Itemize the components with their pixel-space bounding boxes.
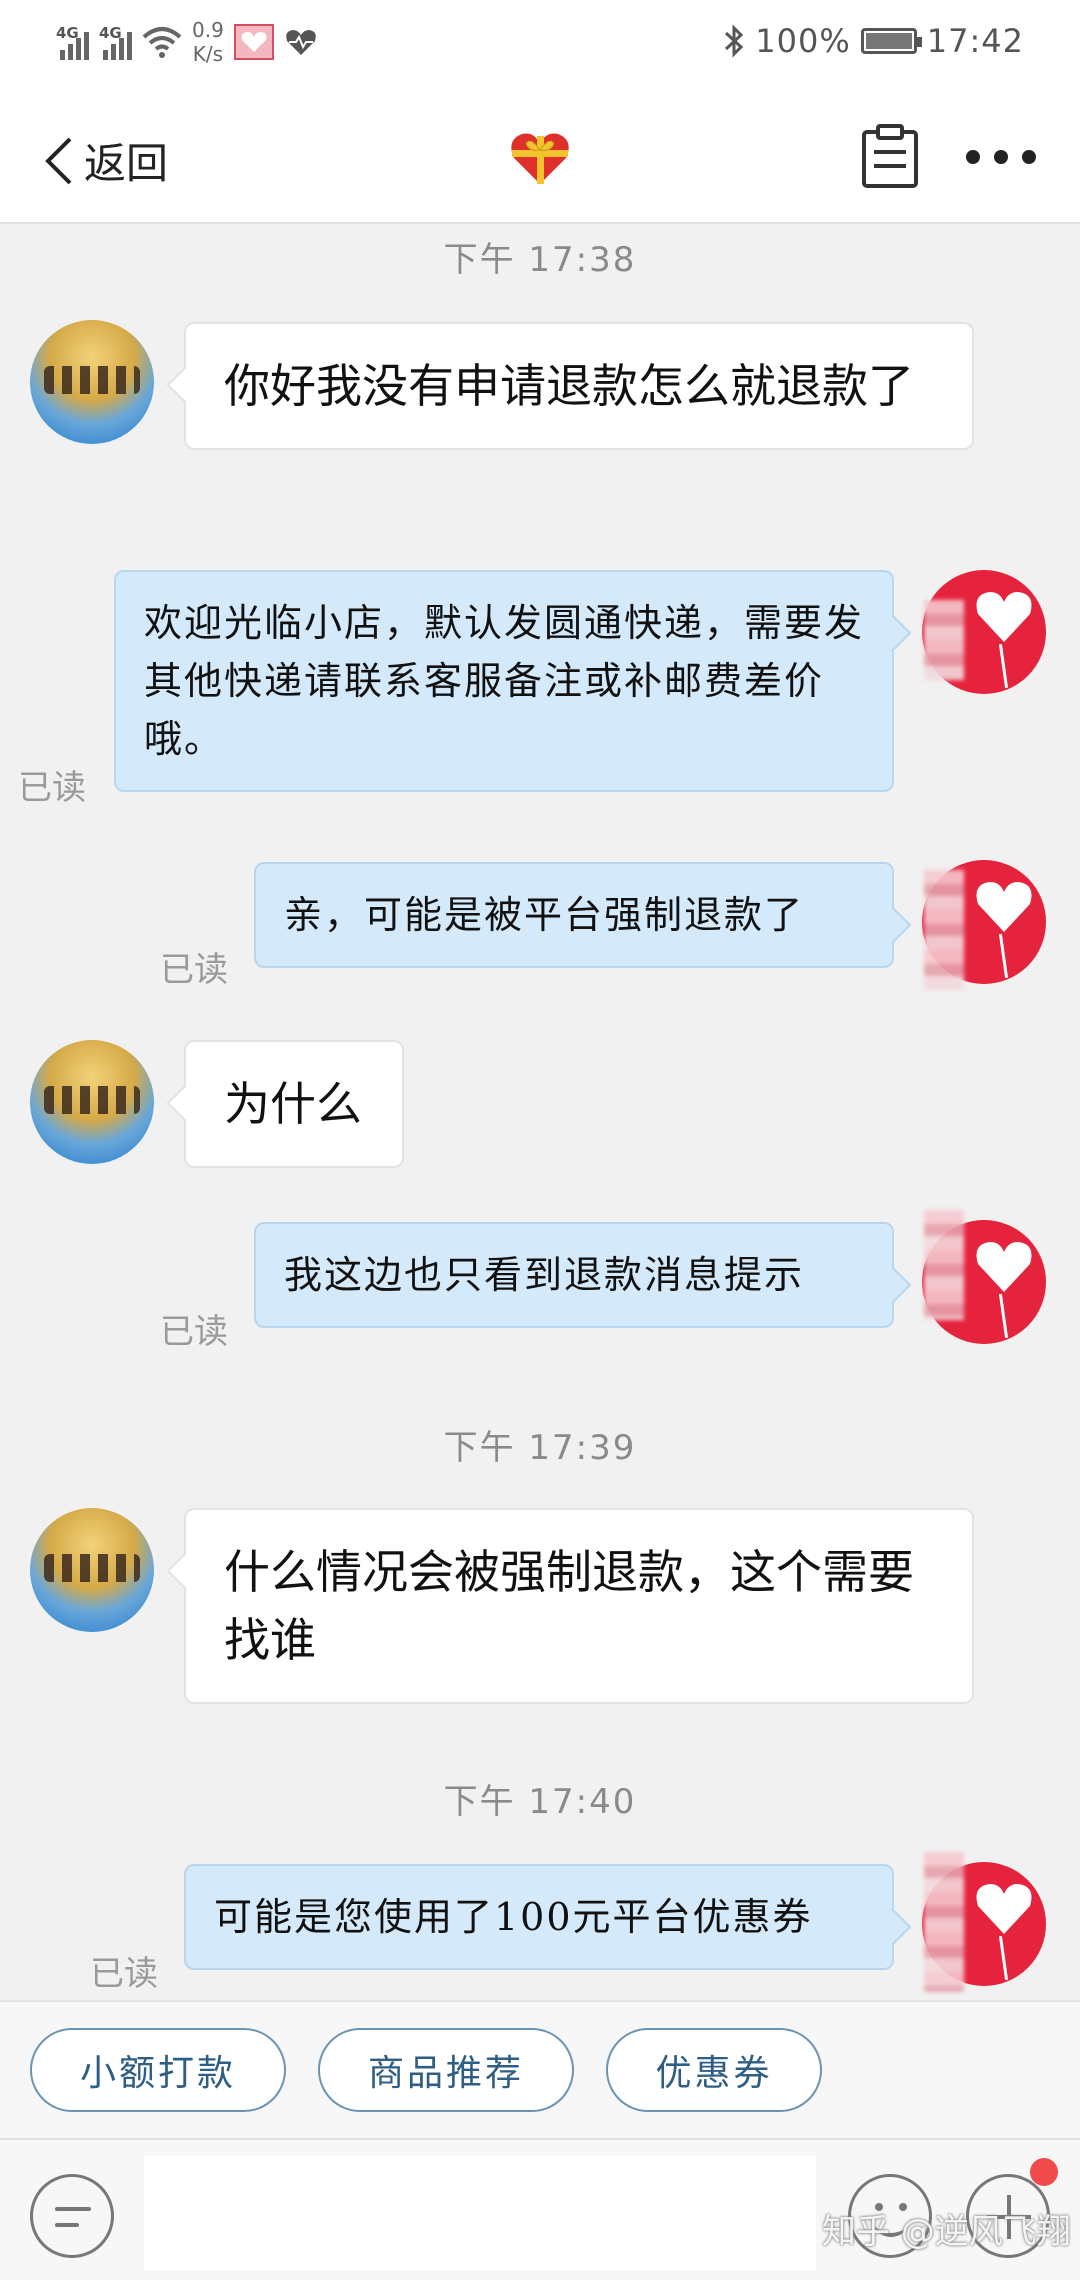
more-options-icon[interactable] — [966, 150, 1036, 164]
read-receipt: 已读 — [160, 1312, 228, 1352]
network-speed-unit: K/s — [192, 42, 224, 66]
clipboard-icon[interactable] — [860, 124, 920, 190]
chat-header: 返回 — [0, 92, 1080, 224]
cell-signal-icon: 4G — [56, 24, 89, 60]
customer-avatar[interactable] — [30, 320, 154, 444]
shop-heart-logo-icon — [511, 133, 569, 184]
customer-avatar[interactable] — [30, 1508, 154, 1632]
status-clock: 17:42 — [926, 22, 1024, 60]
blurred-shop-name — [924, 600, 964, 680]
bluetooth-icon — [725, 24, 744, 58]
blurred-shop-name — [924, 1210, 964, 1320]
wifi-icon — [142, 27, 182, 58]
balloon-heart-icon — [976, 592, 1032, 642]
notification-dot — [1030, 2158, 1058, 2186]
network-speed-value: 0.9 — [192, 18, 224, 42]
outgoing-message[interactable]: 欢迎光临小店，默认发圆通快递，需要发其他快递请联系客服备注或补邮费差价哦。 — [114, 570, 894, 792]
battery-icon — [860, 28, 922, 54]
balloon-heart-icon — [976, 882, 1032, 932]
read-receipt: 已读 — [18, 768, 86, 808]
status-bar: 4G 4G 0.9 K/s 100% 17:42 — [0, 0, 1080, 92]
timestamp: 下午 17:39 — [443, 1428, 637, 1468]
menu-lines-icon[interactable] — [30, 2174, 114, 2258]
coupon-button[interactable]: 优惠券 — [606, 2028, 822, 2112]
balloon-heart-icon — [976, 1242, 1032, 1292]
blurred-shop-name — [924, 870, 964, 990]
outgoing-message[interactable]: 我这边也只看到退款消息提示 — [254, 1222, 894, 1328]
status-left: 4G 4G 0.9 K/s — [56, 18, 318, 66]
battery-percent: 100% — [755, 22, 851, 60]
timestamp: 下午 17:40 — [443, 1782, 637, 1822]
read-receipt: 已读 — [90, 1954, 158, 1994]
balloon-heart-icon — [976, 1884, 1032, 1934]
incoming-message[interactable]: 什么情况会被强制退款，这个需要找谁 — [184, 1508, 974, 1704]
back-button[interactable]: 返回 — [42, 130, 168, 191]
quick-action-bar: 小额打款 商品推荐 优惠券 — [0, 2000, 1080, 2138]
network-type-label-2: 4G — [99, 24, 122, 42]
read-receipt: 已读 — [160, 950, 228, 990]
timestamp: 下午 17:38 — [443, 240, 637, 280]
message-input[interactable] — [144, 2156, 816, 2270]
status-right: 100% 17:42 — [723, 22, 1024, 60]
outgoing-message[interactable]: 亲，可能是被平台强制退款了 — [254, 862, 894, 968]
watermark: 知乎 @逆风飞翔 — [822, 2212, 1071, 2252]
network-type-label: 4G — [56, 24, 79, 42]
app-notification-icon — [233, 24, 274, 60]
incoming-message[interactable]: 你好我没有申请退款怎么就退款了 — [184, 322, 974, 450]
chevron-left-icon — [45, 137, 72, 184]
outgoing-message[interactable]: 可能是您使用了100元平台优惠券 — [184, 1864, 894, 1970]
health-heart-icon — [286, 30, 316, 55]
cell-signal-icon-2: 4G — [99, 24, 132, 60]
network-speed: 0.9 K/s — [192, 18, 224, 66]
incoming-message[interactable]: 为什么 — [184, 1040, 404, 1168]
product-recommend-button[interactable]: 商品推荐 — [318, 2028, 574, 2112]
customer-avatar[interactable] — [30, 1040, 154, 1164]
small-payment-button[interactable]: 小额打款 — [30, 2028, 286, 2112]
back-label: 返回 — [84, 139, 169, 188]
blurred-shop-name — [924, 1852, 964, 1992]
